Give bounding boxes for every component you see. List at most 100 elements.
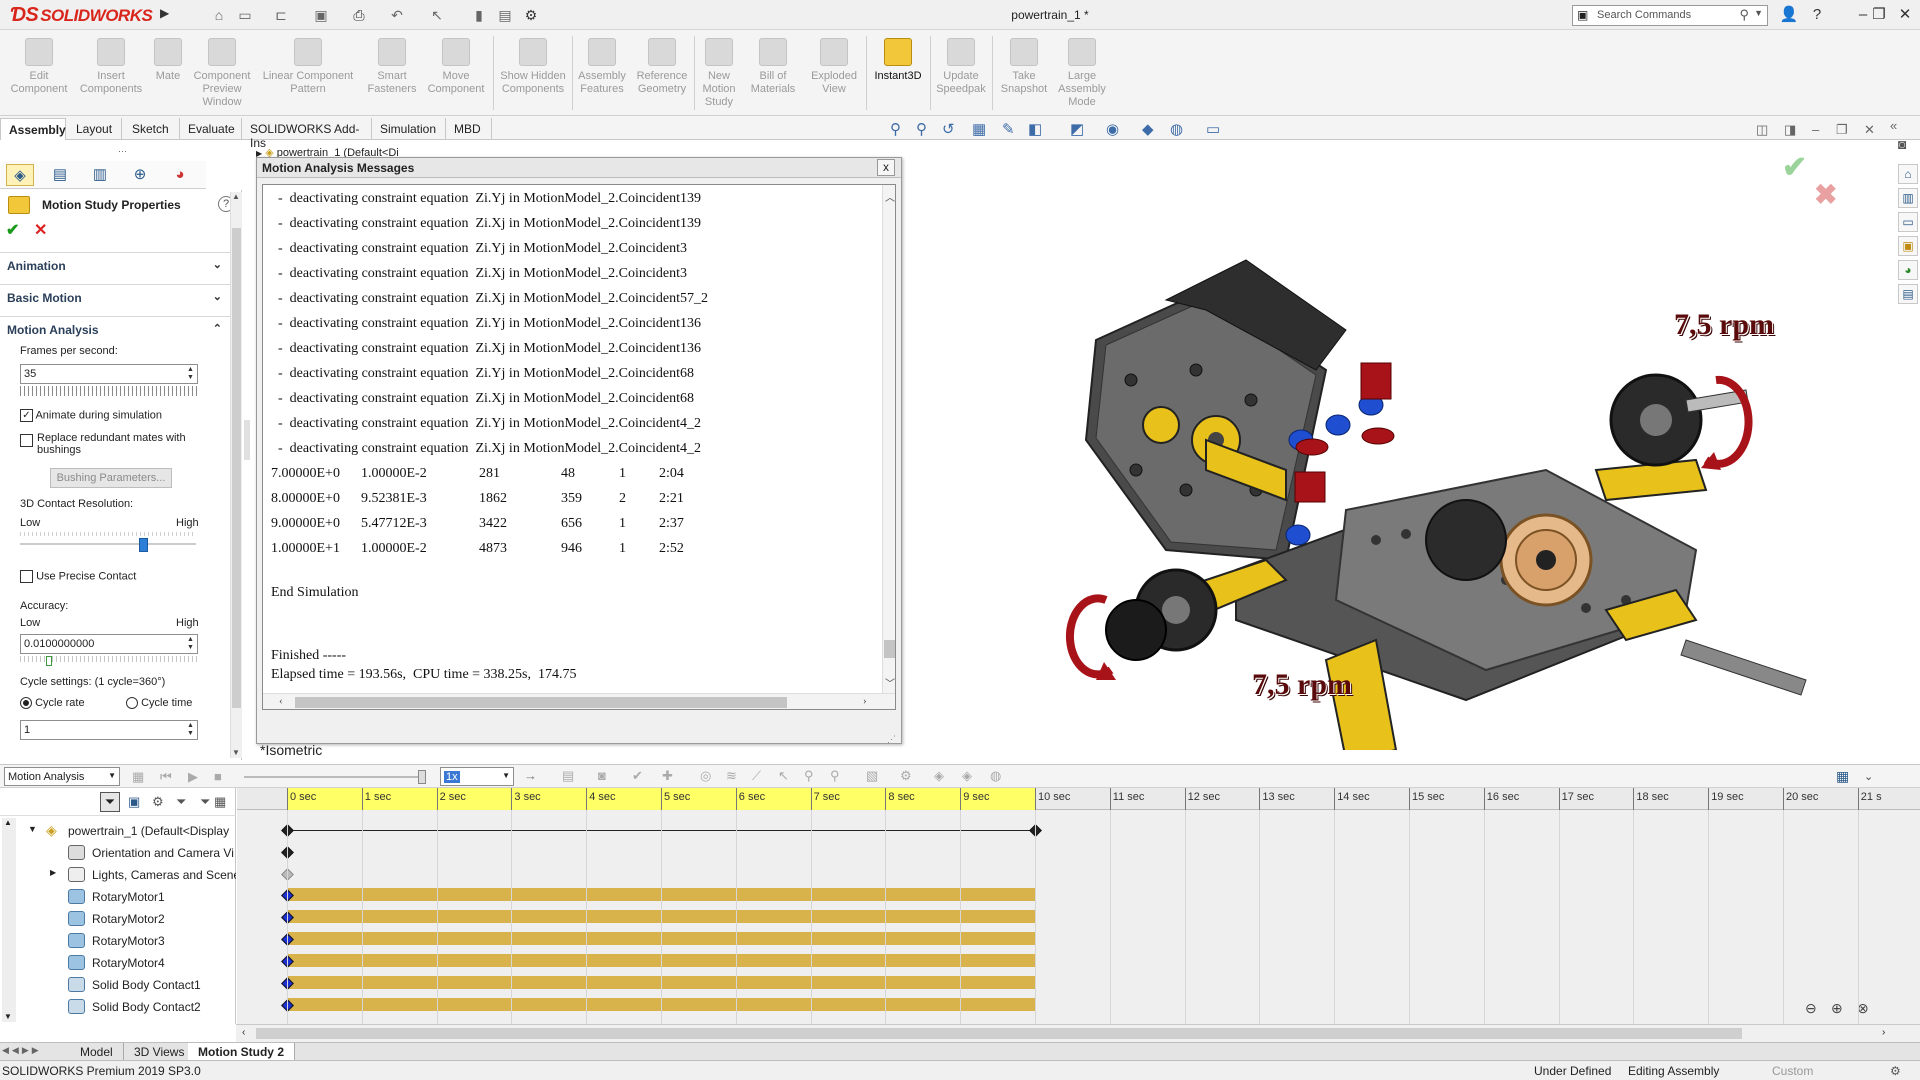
scroll-right-icon[interactable]: ›	[863, 695, 867, 707]
tab-assembly[interactable]: Assembly	[0, 118, 66, 140]
scrollbar-thumb[interactable]	[295, 697, 787, 708]
messages-vertical-scrollbar[interactable]: ︿ ﹀	[882, 185, 895, 693]
motion-timeline[interactable]: 0 sec 1 sec 2 sec 3 sec 4 sec 5 sec 6 sec 7 sec…	[237, 788, 1920, 1024]
accuracy-input[interactable]: 0.0100000000 ▲ ▼	[20, 634, 198, 654]
viewport-minimize-icon[interactable]: –	[1812, 122, 1819, 137]
home-icon[interactable]: ⌂	[210, 6, 228, 24]
playback-mode-icon[interactable]: →	[524, 768, 537, 783]
custom-properties-icon[interactable]: ▤	[1898, 284, 1918, 304]
tree-item-contact2[interactable]: Solid Body Contact2	[0, 996, 236, 1018]
camera-icon[interactable]: ◙	[1898, 136, 1906, 152]
cycle-value-input[interactable]: 1 ▲ ▼	[20, 720, 198, 740]
linear-component-pattern-button[interactable]: Linear Component Pattern	[258, 34, 358, 114]
damper-icon[interactable]: ⟋	[752, 768, 761, 784]
graphics-area[interactable]: 7,5 rpm 7,5 rpm ✔ ✖	[906, 140, 1920, 762]
move-component-button[interactable]: Move Component	[424, 34, 488, 114]
mate-button[interactable]: Mate	[150, 34, 186, 114]
help-icon[interactable]: ?	[1806, 5, 1828, 25]
tree-item-rotarymotor2[interactable]: RotaryMotor2	[0, 908, 236, 930]
instant3d-button[interactable]: Instant3D	[870, 34, 926, 114]
messages-text-area[interactable]: - deactivating constraint equation Zi.Yj…	[262, 184, 896, 710]
tree-item-rotarymotor1[interactable]: RotaryMotor1	[0, 886, 236, 908]
tab-scroll-arrows-icon[interactable]: ◀◀▶▶	[2, 1045, 42, 1056]
search-scope-icon[interactable]: ▣	[1577, 8, 1588, 22]
component-preview-window-button[interactable]: Component Preview Window	[188, 34, 256, 114]
section-animation[interactable]: Animation ⌄	[0, 252, 230, 278]
fps-input[interactable]: 35 ▲ ▼	[20, 364, 198, 384]
tab-motion-study-2[interactable]: Motion Study 2	[188, 1043, 295, 1061]
messages-horizontal-scrollbar[interactable]: ‹ ›	[263, 693, 895, 709]
tree-item-contact1[interactable]: Solid Body Contact1	[0, 974, 236, 996]
design-library-icon[interactable]: ▥	[1898, 188, 1918, 208]
time-ruler[interactable]: 0 sec 1 sec 2 sec 3 sec 4 sec 5 sec 6 sec 7 sec…	[237, 788, 1920, 810]
simulation-setup-icon[interactable]: ◈	[934, 768, 944, 784]
scroll-right-icon[interactable]: ›	[1882, 1027, 1885, 1038]
fps-slider[interactable]	[20, 386, 198, 396]
assembly-features-button[interactable]: Assembly Features	[576, 34, 628, 114]
spring-icon[interactable]: ≋	[726, 768, 737, 784]
take-snapshot-button[interactable]: Take Snapshot	[996, 34, 1052, 114]
options-gear-icon[interactable]: ⚙	[522, 6, 540, 24]
save-icon[interactable]: ▣	[312, 6, 330, 24]
open-icon[interactable]: ⊏	[272, 6, 290, 24]
display-manager-tab-icon[interactable]: ◕	[166, 164, 194, 186]
exploded-view-button[interactable]: Exploded View	[806, 34, 862, 114]
resize-grip-icon[interactable]: ⋰	[887, 734, 896, 745]
dialog-close-button[interactable]: x	[877, 159, 895, 176]
display-style-icon[interactable]: ◩	[1070, 120, 1084, 138]
scrollbar-thumb[interactable]	[232, 228, 241, 708]
export-icon[interactable]: ◈	[962, 768, 972, 784]
close-icon[interactable]: ✕	[1894, 5, 1916, 25]
animate-during-simulation-checkbox[interactable]: ✓ Animate during simulation	[20, 409, 162, 422]
study-type-select[interactable]: Motion Analysis ▼	[4, 767, 120, 786]
powertrain-3d-model[interactable]	[906, 140, 1920, 762]
dimxpert-tab-icon[interactable]: ⊕	[126, 164, 154, 186]
contact-resolution-slider[interactable]	[20, 532, 196, 552]
viewport-close-icon[interactable]: ✕	[1864, 122, 1875, 138]
reference-geometry-button[interactable]: Reference Geometry	[632, 34, 692, 114]
add-key-icon[interactable]: ✚	[662, 768, 673, 784]
view-settings-icon[interactable]: ▭	[1206, 120, 1220, 138]
replace-redundant-mates-checkbox[interactable]: Replace redundant mates with bushings	[20, 432, 200, 456]
section-view-icon[interactable]: ▦	[972, 120, 986, 138]
print-icon[interactable]: ⎙	[350, 6, 368, 24]
scroll-left-icon[interactable]: ‹	[242, 1027, 245, 1038]
view-palette-icon[interactable]: ▣	[1898, 236, 1918, 256]
scroll-left-icon[interactable]: ‹	[279, 695, 283, 707]
smart-fasteners-button[interactable]: Smart Fasteners	[362, 34, 422, 114]
restore-icon[interactable]: ❐	[1868, 5, 1890, 25]
confirm-check-icon[interactable]: ✔	[1782, 150, 1807, 185]
gravity-icon[interactable]: ⚲	[830, 768, 840, 784]
animation-wizard-icon[interactable]: ◙	[598, 768, 606, 783]
search-icon[interactable]: ⚲	[1739, 7, 1749, 23]
edit-appearance-icon[interactable]: ◆	[1142, 120, 1154, 138]
task-pane-collapse-icon[interactable]: «	[1890, 118, 1897, 133]
zoom-in-icon[interactable]: ⊕	[1831, 1000, 1843, 1017]
tab-simulation[interactable]: Simulation	[372, 118, 446, 140]
filter-animated-icon[interactable]: ⏷	[100, 792, 120, 812]
select-icon[interactable]: ↖	[428, 6, 446, 24]
results-plots-icon[interactable]: ▧	[866, 768, 878, 784]
scroll-down-icon[interactable]: ﹀	[885, 675, 895, 690]
viewport-tile-icon[interactable]: ◫	[1756, 122, 1768, 138]
panel-resize-handle[interactable]	[244, 420, 250, 460]
zoom-to-area-icon[interactable]: ⚲	[916, 120, 927, 138]
slider-thumb[interactable]	[139, 538, 148, 552]
previous-view-icon[interactable]: ↺	[942, 120, 955, 138]
tab-3d-views[interactable]: 3D Views	[124, 1043, 196, 1061]
spinner-icon[interactable]: ▲ ▼	[185, 366, 196, 382]
collapse-motion-manager-icon[interactable]: ⌄	[1864, 770, 1873, 783]
autokey-icon[interactable]: ✔	[632, 768, 643, 784]
playback-speed-select[interactable]: 1x ▼	[440, 767, 514, 786]
panel-scrollbar[interactable]	[230, 192, 242, 758]
filter-selected-icon[interactable]: ⚙	[152, 794, 164, 810]
tab-layout[interactable]: Layout	[68, 118, 122, 140]
slider-thumb[interactable]	[45, 656, 52, 666]
appearances-icon[interactable]: ◕	[1898, 260, 1918, 280]
new-document-icon[interactable]: ▭	[236, 6, 254, 24]
expand-arrow-icon[interactable]: ▼	[28, 824, 37, 834]
study-properties-icon[interactable]: ⚙	[900, 768, 912, 784]
confirm-cancel-icon[interactable]: ✖	[1814, 178, 1837, 211]
force-icon[interactable]: ↖	[778, 768, 789, 784]
cycle-rate-radio[interactable]: Cycle rate	[20, 697, 85, 710]
